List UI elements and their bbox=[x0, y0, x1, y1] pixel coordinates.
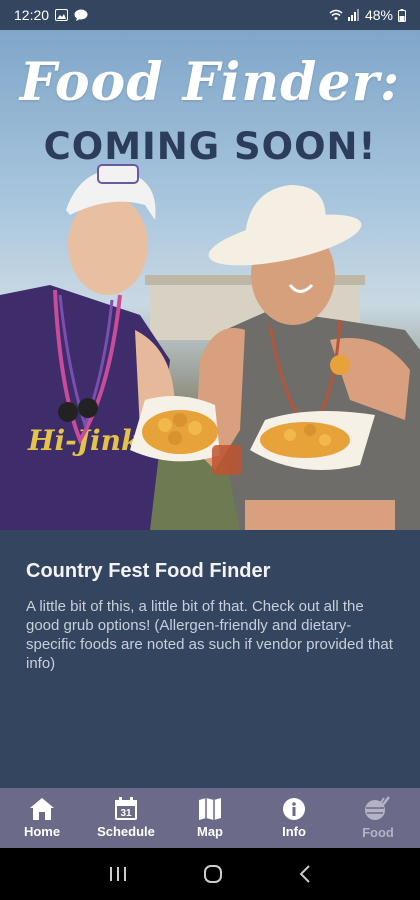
status-right: 48% bbox=[329, 7, 406, 23]
nav-label-map: Map bbox=[197, 824, 223, 839]
recent-apps-icon[interactable] bbox=[108, 865, 128, 883]
calendar-icon: 31 bbox=[115, 797, 137, 820]
info-icon bbox=[283, 798, 305, 820]
hero-subtitle: COMING SOON! bbox=[43, 125, 377, 168]
nav-item-info[interactable]: Info bbox=[252, 788, 336, 848]
nav-item-home[interactable]: Home bbox=[0, 788, 84, 848]
home-button-icon[interactable] bbox=[203, 864, 223, 884]
map-icon bbox=[199, 798, 221, 820]
battery-percent: 48% bbox=[364, 7, 393, 23]
hero-title: Food Finder: bbox=[19, 52, 401, 113]
bottom-nav: Home 31 Schedule Map Info Food bbox=[0, 788, 420, 848]
nav-label-info: Info bbox=[282, 824, 306, 839]
wifi-icon bbox=[329, 9, 343, 20]
signal-icon bbox=[347, 9, 359, 21]
content-panel: Country Fest Food Finder A little bit of… bbox=[0, 530, 420, 788]
status-left: 12:20 bbox=[14, 7, 88, 23]
status-bar: 12:20 48% bbox=[0, 0, 420, 30]
page-title: Country Fest Food Finder bbox=[26, 560, 271, 582]
food-icon bbox=[365, 796, 390, 820]
nav-item-map[interactable]: Map bbox=[168, 788, 252, 848]
nav-label-schedule: Schedule bbox=[97, 824, 155, 839]
nav-item-food[interactable]: Food bbox=[336, 788, 420, 848]
clock: 12:20 bbox=[14, 7, 50, 23]
description-text: A little bit of this, a little bit of th… bbox=[26, 598, 393, 672]
home-icon bbox=[30, 798, 54, 820]
chat-icon bbox=[74, 9, 88, 21]
back-icon[interactable] bbox=[298, 864, 312, 884]
calendar-day: 31 bbox=[120, 808, 132, 819]
nav-label-food: Food bbox=[362, 825, 394, 840]
hero-banner: Hi-Jinks Food Finder: COMING SOON! bbox=[0, 30, 420, 530]
nav-label-home: Home bbox=[23, 824, 61, 839]
system-nav-bar bbox=[0, 848, 420, 900]
nav-item-schedule[interactable]: 31 Schedule bbox=[84, 788, 168, 848]
battery-icon bbox=[398, 8, 406, 22]
gallery-icon bbox=[55, 9, 69, 21]
